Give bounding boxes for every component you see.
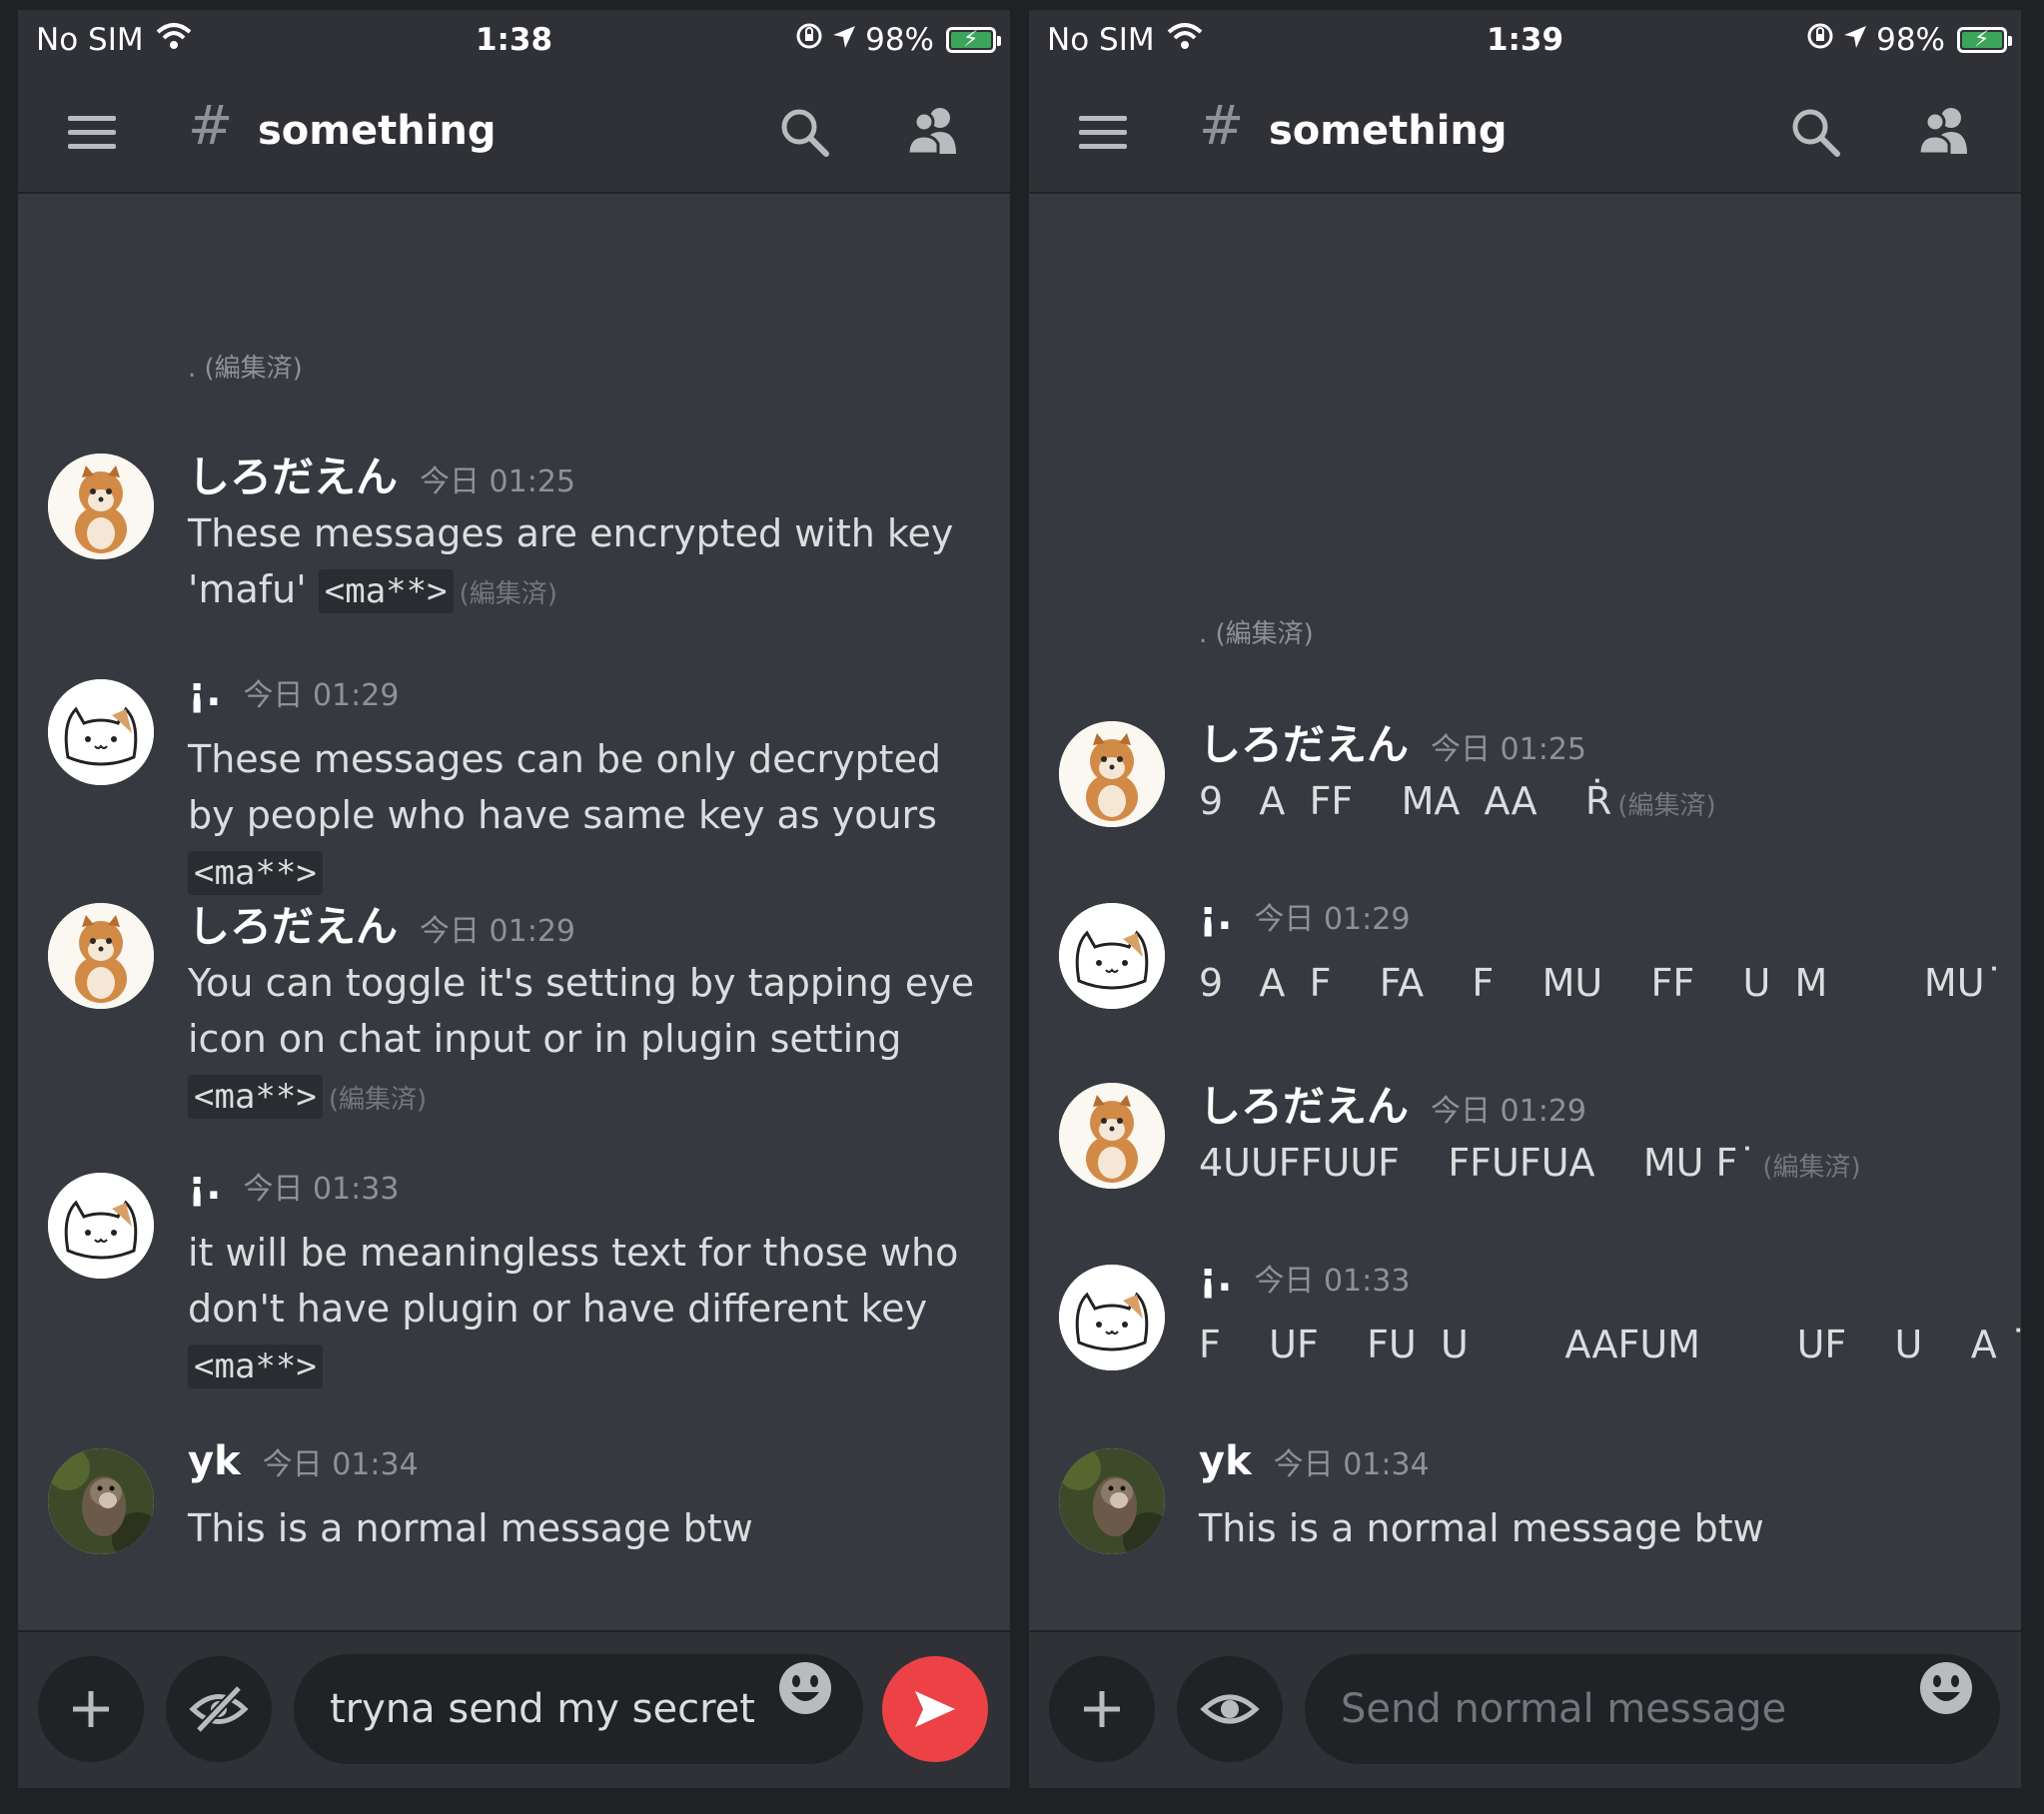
channel-header: # something (18, 72, 1010, 194)
hamburger-icon[interactable] (1079, 116, 1127, 150)
avatar-otter[interactable] (48, 1448, 154, 1554)
message-timestamp: 今日 01:25 (420, 464, 576, 499)
message-timestamp: 今日 01:29 (1254, 902, 1411, 937)
message-content: 9 A FF MA AA Ṙ (編集済) (1199, 779, 1716, 823)
search-icon[interactable] (778, 106, 830, 162)
hashtag-icon: # (1199, 94, 1245, 157)
eye-off-icon[interactable] (166, 1656, 272, 1762)
message-timestamp: 今日 01:34 (262, 1447, 419, 1482)
eye-icon[interactable] (1177, 1656, 1283, 1762)
edited-label: (編集済) (1617, 791, 1716, 821)
phone-screen-right: No SIM 1:39 98% ⚡ # something . (編集済) しろ… (1029, 10, 2021, 1788)
edited-label: (編集済) (1762, 1153, 1861, 1183)
edited-label: (編集済) (328, 1085, 428, 1115)
chat-composer: Send normal message (1029, 1630, 2021, 1788)
location-icon (831, 22, 857, 58)
status-bar: No SIM 1:39 98% ⚡ (1029, 10, 2021, 72)
message-timestamp: 今日 01:34 (1273, 1447, 1430, 1482)
message-author[interactable]: しろだえん (188, 902, 398, 951)
message-content: These messages are encrypted with key 'm… (188, 511, 954, 613)
message-author[interactable]: ¡. (1199, 1255, 1232, 1301)
edited-placeholder-message: . (編集済) (1199, 619, 1314, 649)
channel-title: something (258, 108, 497, 154)
message-timestamp: 今日 01:33 (1254, 1264, 1411, 1299)
key-code-tag: <ma**> (318, 569, 454, 613)
key-code-tag: <ma**> (188, 1345, 323, 1388)
message-content: F UF FU U AAFUM UF U A ˙ (1199, 1323, 2021, 1366)
message-content: You can toggle it's setting by tapping e… (188, 961, 975, 1119)
message-list[interactable]: . (編集済) しろだえん 今日 01:25 These messages are… (18, 194, 1010, 1632)
avatar-shiba[interactable] (48, 903, 154, 1009)
status-bar: No SIM 1:38 98% ⚡ (18, 10, 1010, 72)
rotation-lock-icon (795, 22, 823, 58)
message-timestamp: 今日 01:33 (243, 1172, 400, 1207)
message-content: This is a normal message btw (188, 1506, 753, 1550)
message-author[interactable]: しろだえん (188, 453, 398, 501)
emoji-icon[interactable] (777, 1660, 833, 1720)
message-content: This is a normal message btw (1199, 1506, 1764, 1550)
avatar-cat[interactable] (48, 679, 154, 785)
emoji-icon[interactable] (1918, 1660, 1974, 1720)
message-author[interactable]: ¡. (1199, 893, 1232, 939)
message-content: 9 A F FA F MU FF U M MU˙ (1199, 961, 2004, 1005)
search-icon[interactable] (1789, 106, 1841, 162)
key-code-tag: <ma**> (188, 851, 323, 895)
channel-title: something (1269, 108, 1508, 154)
phone-screen-left: No SIM 1:38 98% ⚡ # something . (編集済) しろ… (18, 10, 1010, 1788)
avatar-cat[interactable] (1059, 1265, 1165, 1370)
plus-icon[interactable] (38, 1656, 144, 1762)
avatar-shiba[interactable] (1059, 721, 1165, 827)
hamburger-icon[interactable] (68, 116, 116, 150)
members-icon[interactable] (1915, 104, 1973, 160)
avatar-cat[interactable] (48, 1173, 154, 1279)
chat-composer: tryna send my secret (18, 1630, 1010, 1788)
message-author[interactable]: ¡. (188, 669, 221, 715)
members-icon[interactable] (904, 104, 962, 160)
message-content: it will be meaningless text for those wh… (188, 1231, 959, 1388)
message-author[interactable]: yk (1199, 1438, 1252, 1484)
message-author[interactable]: ¡. (188, 1163, 221, 1209)
message-content: 4UUFFUUF FFUFUA MU F˙ (編集済) (1199, 1141, 1861, 1185)
message-timestamp: 今日 01:29 (243, 678, 400, 713)
message-timestamp: 今日 01:25 (1431, 732, 1587, 767)
avatar-shiba[interactable] (48, 454, 154, 559)
avatar-otter[interactable] (1059, 1448, 1165, 1554)
message-author[interactable]: yk (188, 1438, 241, 1484)
avatar-shiba[interactable] (1059, 1083, 1165, 1189)
hashtag-icon: # (188, 94, 234, 157)
channel-header: # something (1029, 72, 2021, 194)
battery-icon: ⚡ (946, 27, 1001, 53)
battery-percent: 98% (865, 22, 934, 58)
message-author[interactable]: しろだえん (1199, 1082, 1409, 1131)
message-content: These messages can be only decrypted by … (188, 737, 941, 895)
avatar-cat[interactable] (1059, 903, 1165, 1009)
key-code-tag: <ma**> (188, 1075, 323, 1119)
edited-placeholder-message: . (編集済) (188, 354, 303, 384)
message-input[interactable]: Send normal message (1305, 1654, 2000, 1764)
message-timestamp: 今日 01:29 (420, 914, 576, 949)
message-author[interactable]: しろだえん (1199, 720, 1409, 769)
battery-icon: ⚡ (1957, 27, 2012, 53)
message-list[interactable]: . (編集済) しろだえん 今日 01:25 9 A FF MA AA Ṙ (編集済… (1029, 194, 2021, 1632)
battery-percent: 98% (1876, 22, 1945, 58)
plus-icon[interactable] (1049, 1656, 1155, 1762)
send-icon[interactable] (882, 1656, 988, 1762)
location-icon (1842, 22, 1868, 58)
edited-label: (編集済) (459, 579, 557, 609)
rotation-lock-icon (1806, 22, 1834, 58)
message-timestamp: 今日 01:29 (1431, 1094, 1587, 1129)
